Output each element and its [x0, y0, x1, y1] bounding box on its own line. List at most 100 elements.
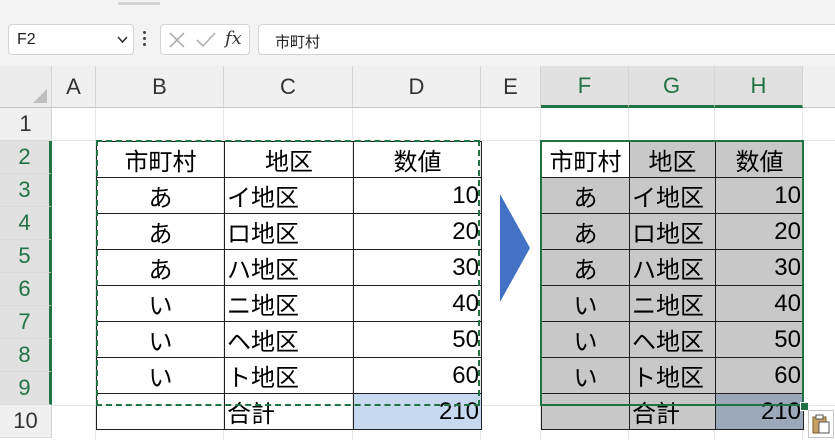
- cell-h5[interactable]: 30: [715, 249, 804, 286]
- cell-c2[interactable]: 地区: [224, 141, 354, 178]
- table-row: い ヘ地区 50: [96, 321, 482, 358]
- cell-g4[interactable]: ロ地区: [629, 213, 716, 250]
- column-header-a[interactable]: A: [52, 66, 96, 108]
- cell-f8[interactable]: い: [541, 357, 630, 394]
- cell-g7[interactable]: ヘ地区: [629, 321, 716, 358]
- formula-buttons: fx: [160, 24, 250, 55]
- table-row: あ イ地区 10: [541, 177, 804, 214]
- cell-g2[interactable]: 地区: [629, 141, 716, 178]
- cell-f7[interactable]: い: [541, 321, 630, 358]
- cell-d4[interactable]: 20: [353, 213, 482, 250]
- name-box[interactable]: F2: [8, 24, 134, 55]
- cell-d8[interactable]: 60: [353, 357, 482, 394]
- column-header-h[interactable]: H: [715, 66, 803, 108]
- cell-c5[interactable]: ハ地区: [224, 249, 354, 286]
- row-header-9[interactable]: 9: [0, 372, 52, 405]
- cell-b2[interactable]: 市町村: [96, 141, 225, 178]
- cell-d7[interactable]: 50: [353, 321, 482, 358]
- cell-f4[interactable]: あ: [541, 213, 630, 250]
- formula-input[interactable]: 市町村: [258, 24, 835, 55]
- cell-h6[interactable]: 40: [715, 285, 804, 322]
- cell-d2[interactable]: 数値: [353, 141, 482, 178]
- column-header-b[interactable]: B: [96, 66, 224, 108]
- table-row: い ヘ地区 50: [541, 321, 804, 358]
- table-row: あ ハ地区 30: [96, 249, 482, 286]
- table-total-row: 合計 210: [96, 393, 482, 430]
- ribbon-grip: [118, 2, 160, 5]
- check-icon[interactable]: [195, 30, 217, 50]
- cell-d9[interactable]: 210: [353, 393, 482, 430]
- formula-bar: F2 fx 市町村: [0, 14, 835, 66]
- cell-g9[interactable]: 合計: [629, 393, 716, 430]
- row-header-4[interactable]: 4: [0, 207, 52, 240]
- cell-c9[interactable]: 合計: [224, 393, 354, 430]
- insert-function-button[interactable]: fx: [225, 28, 242, 49]
- cell-g8[interactable]: ト地区: [629, 357, 716, 394]
- cell-d3[interactable]: 10: [353, 177, 482, 214]
- column-header-g[interactable]: G: [629, 66, 715, 108]
- cell-h7[interactable]: 50: [715, 321, 804, 358]
- cell-f3[interactable]: あ: [541, 177, 630, 214]
- table-row: あ ロ地区 20: [541, 213, 804, 250]
- name-box-value: F2: [17, 31, 36, 48]
- table-header-row: 市町村 地区 数値: [541, 141, 804, 178]
- cell-g5[interactable]: ハ地区: [629, 249, 716, 286]
- column-header-c[interactable]: C: [224, 66, 353, 108]
- cell-b6[interactable]: い: [96, 285, 225, 322]
- row-header-8[interactable]: 8: [0, 339, 52, 372]
- cell-f9[interactable]: [541, 393, 630, 430]
- column-header-d[interactable]: D: [353, 66, 481, 108]
- cell-h3[interactable]: 10: [715, 177, 804, 214]
- table-header-row: 市町村 地区 数値: [96, 141, 482, 178]
- table-row: い ト地区 60: [541, 357, 804, 394]
- cell-c6[interactable]: ニ地区: [224, 285, 354, 322]
- row-header-7[interactable]: 7: [0, 306, 52, 339]
- table-row: あ ハ地区 30: [541, 249, 804, 286]
- cell-h9[interactable]: 210: [715, 393, 804, 430]
- pasted-table: 市町村 地区 数値 あ イ地区 10 あ ロ地区 20 あ ハ地区 30 い ニ…: [541, 141, 804, 430]
- table-row: あ イ地区 10: [96, 177, 482, 214]
- row-header-6[interactable]: 6: [0, 273, 52, 306]
- cell-h8[interactable]: 60: [715, 357, 804, 394]
- cell-d6[interactable]: 40: [353, 285, 482, 322]
- formula-content: 市町村: [275, 34, 321, 51]
- cell-f5[interactable]: あ: [541, 249, 630, 286]
- cell-b3[interactable]: あ: [96, 177, 225, 214]
- cell-c4[interactable]: ロ地区: [224, 213, 354, 250]
- row-header-3[interactable]: 3: [0, 174, 52, 207]
- column-header-i[interactable]: [803, 66, 835, 108]
- arrow-right-icon: [500, 194, 530, 302]
- cell-b5[interactable]: あ: [96, 249, 225, 286]
- paste-options-button[interactable]: [808, 410, 834, 438]
- cell-h4[interactable]: 20: [715, 213, 804, 250]
- clipboard-paste-icon: [812, 414, 830, 434]
- select-all-button[interactable]: [0, 66, 52, 108]
- cell-b9[interactable]: [96, 393, 225, 430]
- cell-c7[interactable]: ヘ地区: [224, 321, 354, 358]
- row-header-1[interactable]: 1: [0, 108, 52, 141]
- cell-f2[interactable]: 市町村: [541, 141, 630, 178]
- close-icon[interactable]: [167, 30, 187, 50]
- row-header-5[interactable]: 5: [0, 240, 52, 273]
- cell-f6[interactable]: い: [541, 285, 630, 322]
- cell-d5[interactable]: 30: [353, 249, 482, 286]
- table-row: い ト地区 60: [96, 357, 482, 394]
- column-header-e[interactable]: E: [481, 66, 541, 108]
- column-header-f[interactable]: F: [541, 66, 629, 108]
- source-table: 市町村 地区 数値 あ イ地区 10 あ ロ地区 20 あ ハ地区 30 い ニ…: [96, 141, 482, 430]
- cell-h2[interactable]: 数値: [715, 141, 804, 178]
- cell-g3[interactable]: イ地区: [629, 177, 716, 214]
- cell-b7[interactable]: い: [96, 321, 225, 358]
- cell-c3[interactable]: イ地区: [224, 177, 354, 214]
- table-total-row: 合計 210: [541, 393, 804, 430]
- chevron-down-icon[interactable]: [117, 34, 128, 45]
- more-options-icon[interactable]: [143, 31, 147, 49]
- table-row: い ニ地区 40: [541, 285, 804, 322]
- row-header-2[interactable]: 2: [0, 141, 52, 174]
- cell-b8[interactable]: い: [96, 357, 225, 394]
- cell-g6[interactable]: ニ地区: [629, 285, 716, 322]
- row-header-10[interactable]: 10: [0, 405, 52, 438]
- cell-b4[interactable]: あ: [96, 213, 225, 250]
- cell-c8[interactable]: ト地区: [224, 357, 354, 394]
- table-row: い ニ地区 40: [96, 285, 482, 322]
